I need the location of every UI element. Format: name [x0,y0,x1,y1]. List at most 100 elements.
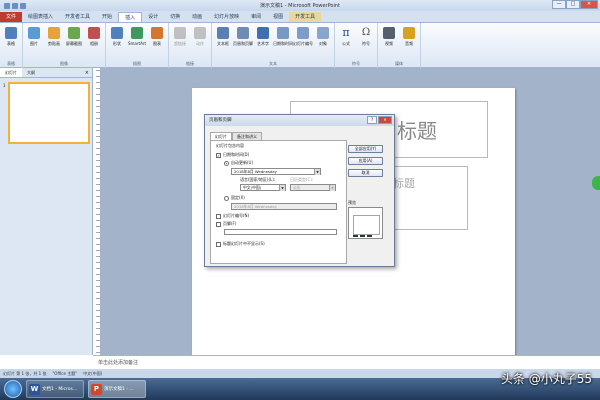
date-time-option[interactable]: ✓ 日期和时间(D) [216,152,249,158]
footer-input[interactable] [224,229,337,235]
ribbon-group-6: 视频 音频 媒体 [378,23,421,68]
dialog-controls: ? ✕ [367,116,392,124]
apply-button[interactable]: 应用(A) [348,157,383,165]
hide-on-title-option[interactable]: 标题幻灯片中不显示(S) [216,241,265,247]
chevron-down-icon: ▼ [314,169,320,175]
tab-7[interactable]: 动画 [186,12,208,22]
ribbon-button-label: 相册 [90,41,98,46]
ribbon-icon [297,27,309,39]
ribbon-icon [257,27,269,39]
ribbon-group-label: 媒体 [395,61,403,66]
fixed-radio[interactable] [224,195,229,201]
tab-outline[interactable]: 大纲 [22,68,40,77]
close-button[interactable]: ✕ [580,0,598,9]
tab-0[interactable]: 文件 [0,12,23,22]
taskbar-item-label: 文档1 - Micros... [42,387,78,392]
tab-11[interactable]: 开发工具 [289,12,322,22]
tab-3[interactable]: 开始 [96,12,118,22]
ribbon: 表格 表格 图片 剪贴画 屏幕截图 相册 图像 形状 SmartArt 图表 插图 超链接 动作 链接 文本… [0,23,600,68]
ribbon-icon [237,27,249,39]
tab-1[interactable]: 绘图表插入 [22,12,59,22]
slide-number-checkbox[interactable] [216,213,221,219]
slide-thumbnail-number: 1 [3,83,6,88]
ribbon-icon [194,27,206,39]
notes-pane[interactable]: 单击此处添加备注 [93,355,600,369]
tab-8[interactable]: 幻灯片放映 [208,12,245,22]
ribbon-group-label: 文本 [269,61,277,66]
ribbon-icon [151,27,163,39]
maximize-button[interactable]: □ [566,0,580,9]
ribbon-icon [174,27,186,39]
start-button[interactable] [4,380,22,398]
ribbon-button-label: 屏幕截图 [66,41,82,46]
taskbar-item-1[interactable]: P 演示文稿1 - ... [88,380,146,398]
ribbon-button-label: SmartArt [127,41,147,46]
tab-slides[interactable]: 幻灯片 [0,68,22,77]
tab-6[interactable]: 切换 [164,12,186,22]
ribbon-group-1: 图片 剪贴画 屏幕截图 相册 图像 [23,23,106,68]
tab-10[interactable]: 视图 [267,12,289,22]
ribbon-button-label: 符号 [362,41,370,46]
ribbon-button-label: 艺术字 [257,41,269,46]
dialog-title-bar: 页眉和页脚 ? ✕ [205,115,394,126]
ribbon-icon [28,27,40,39]
footer-checkbox[interactable] [216,221,221,227]
tab-5[interactable]: 设计 [142,12,164,22]
slide-number-option[interactable]: 幻灯片编号(N) [216,213,249,219]
ribbon-button-label: 音频 [405,41,413,46]
date-time-checkbox[interactable]: ✓ [216,152,221,158]
slides-panel-tabs: 幻灯片 大纲 × [0,68,92,78]
ribbon-button-label: 剪贴画 [48,41,60,46]
ribbon-icon [277,27,289,39]
hide-on-title-checkbox[interactable] [216,241,221,247]
preview-footer [353,235,372,237]
ribbon-icon [403,27,415,39]
ribbon-group-3: 超链接 动作 链接 [169,23,212,68]
tab-9[interactable]: 审阅 [245,12,267,22]
dialog-close-button[interactable]: ✕ [378,116,392,124]
notes-placeholder: 单击此处添加备注 [98,360,139,366]
status-theme[interactable]: "Office 主题" [52,369,77,378]
powerpoint-icon: P [91,383,102,395]
ribbon-button-label: 日期和时间 [273,41,293,46]
cancel-button[interactable]: 取消 [348,169,383,177]
taskbar-item-label: 演示文稿1 - ... [104,387,134,392]
slide-thumbnail[interactable] [8,82,90,144]
preview-slide [353,215,380,235]
ribbon-icon [317,27,329,39]
taskbar-item-0[interactable]: W 文档1 - Micros... [26,380,84,398]
dialog-title: 页眉和页脚 [209,118,232,123]
date-format-select[interactable]: 2018年8月 Wednesday ▼ [231,168,321,175]
calendar-select[interactable]: 公历 ▼ [290,184,336,191]
tab-2[interactable]: 开发者工具 [59,12,96,22]
ribbon-group-label: 表格 [7,61,15,66]
ribbon-group-label: 插图 [133,61,141,66]
fixed-option[interactable]: 固定(X) [224,195,245,201]
equation-icon: π [342,26,350,39]
chevron-down-icon: ▼ [329,185,335,191]
help-button[interactable]: ? [367,116,377,124]
apply-all-button[interactable]: 全部应用(Y) [348,145,383,153]
auto-update-option[interactable]: 自动更新(U) [224,160,253,166]
ribbon-icon [217,27,229,39]
ribbon-icon [5,27,17,39]
ribbon-button-label: 形状 [113,41,121,46]
ribbon-button-label: 图表 [153,41,161,46]
footer-option[interactable]: 页脚(F) [216,221,236,227]
auto-update-radio[interactable] [224,160,229,166]
language-select[interactable]: 中文(中国) ▼ [240,184,286,191]
calendar-label: 日历类型(C): [290,177,314,182]
ribbon-tabs: 文件 绘图表插入 开发者工具 开始 插入 设计 切换 动画 幻灯片放映 审阅 视图 开发工具 [0,11,600,23]
tab-4[interactable]: 插入 [118,12,143,22]
minimize-button[interactable]: — [552,0,566,9]
fixed-date-field[interactable]: 2018年8月 Wednesday [231,203,337,210]
green-tab-icon[interactable] [592,176,600,190]
ribbon-button-label: 动作 [196,41,204,46]
status-slide-info: 幻灯片 第 1 张，共 1 张 [3,371,47,376]
close-icon[interactable]: × [85,68,89,77]
slides-panel: 幻灯片 大纲 × 1 [0,68,93,355]
symbol-icon: Ω [361,27,371,38]
status-language[interactable]: 中文(中国) [83,369,102,378]
ribbon-icon [88,27,100,39]
ribbon-icon [48,27,60,39]
